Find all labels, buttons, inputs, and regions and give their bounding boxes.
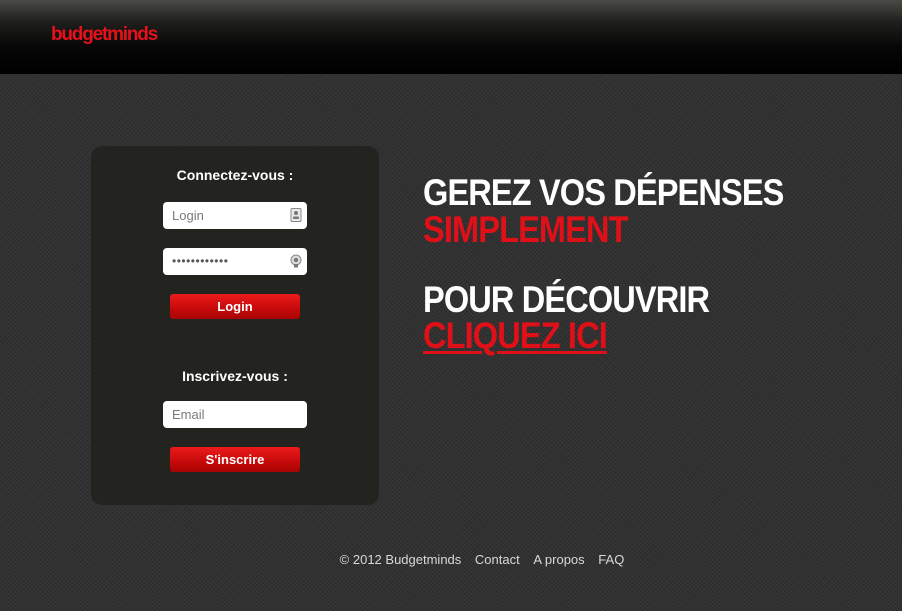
footer-copyright: © 2012 Budgetminds xyxy=(339,552,462,567)
hero-line-discover: POUR DÉCOUVRIR xyxy=(423,279,710,320)
auth-panel: Connectez-vous : •••••••••••• Login Insc… xyxy=(91,146,379,505)
hero-click-here-link[interactable]: CLIQUEZ ICI xyxy=(423,316,608,356)
login-heading: Connectez-vous : xyxy=(176,167,294,183)
login-button[interactable]: Login xyxy=(170,294,300,319)
footer-link-faq[interactable]: FAQ xyxy=(598,552,624,567)
password-input[interactable] xyxy=(163,248,307,275)
footer: © 2012 Budgetminds Contact A propos FAQ xyxy=(0,551,902,569)
password-field[interactable]: •••••••••••• xyxy=(163,248,307,275)
hero-line-manage-expenses: GEREZ VOS DÉPENSES xyxy=(423,172,784,213)
login-field[interactable] xyxy=(163,202,307,229)
login-input[interactable] xyxy=(163,202,307,229)
footer-link-contact[interactable]: Contact xyxy=(475,552,520,567)
lock-icon xyxy=(290,254,302,268)
id-card-icon xyxy=(290,208,302,222)
signup-heading: Inscrivez-vous : xyxy=(182,368,288,384)
hero-line-simply: SIMPLEMENT xyxy=(423,209,629,250)
signup-button[interactable]: S'inscrire xyxy=(170,447,300,472)
budgetminds-logo[interactable]: budgetminds xyxy=(51,22,158,48)
email-input[interactable] xyxy=(163,401,307,428)
email-field[interactable] xyxy=(163,401,307,428)
footer-link-about[interactable]: A propos xyxy=(533,552,584,567)
top-header-bar: budgetminds xyxy=(0,0,902,74)
